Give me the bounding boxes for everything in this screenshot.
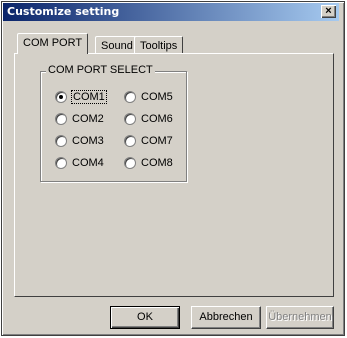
radio-label: COM3 — [72, 135, 104, 147]
apply-button[interactable]: Übernehmen — [266, 306, 334, 329]
radio-button-icon — [55, 157, 67, 169]
radio-selected-dot — [59, 95, 63, 99]
tab-tooltips[interactable]: Tooltips — [134, 36, 184, 54]
tab-com-port[interactable]: COM PORT — [17, 33, 89, 54]
group-title: COM PORT SELECT — [46, 64, 155, 76]
radio-label: COM2 — [72, 113, 104, 125]
ok-button[interactable]: OK — [110, 306, 180, 329]
radio-label: COM7 — [141, 135, 173, 147]
radio-com2[interactable]: COM2 — [55, 113, 104, 125]
radio-button-icon — [55, 91, 67, 103]
radio-label: COM1 — [71, 90, 107, 104]
radio-label: COM4 — [72, 157, 104, 169]
radio-button-icon — [55, 135, 67, 147]
radio-label: COM6 — [141, 113, 173, 125]
radio-com8[interactable]: COM8 — [124, 157, 173, 169]
title-bar[interactable]: Customize setting × — [3, 3, 339, 21]
radio-com1[interactable]: COM1 — [55, 90, 107, 104]
close-button[interactable]: × — [321, 5, 336, 18]
radio-com6[interactable]: COM6 — [124, 113, 173, 125]
radio-label: COM8 — [141, 157, 173, 169]
radio-com3[interactable]: COM3 — [55, 135, 104, 147]
radio-com7[interactable]: COM7 — [124, 135, 173, 147]
radio-button-icon — [55, 113, 67, 125]
tab-sound[interactable]: Sound — [95, 36, 139, 54]
radio-button-icon — [124, 135, 136, 147]
radio-button-icon — [124, 113, 136, 125]
cancel-button[interactable]: Abbrechen — [191, 306, 261, 329]
radio-button-icon — [124, 91, 136, 103]
radio-button-icon — [124, 157, 136, 169]
radio-com4[interactable]: COM4 — [55, 157, 104, 169]
window-title: Customize setting — [7, 5, 120, 18]
radio-label: COM5 — [141, 91, 173, 103]
radio-com5[interactable]: COM5 — [124, 91, 173, 103]
